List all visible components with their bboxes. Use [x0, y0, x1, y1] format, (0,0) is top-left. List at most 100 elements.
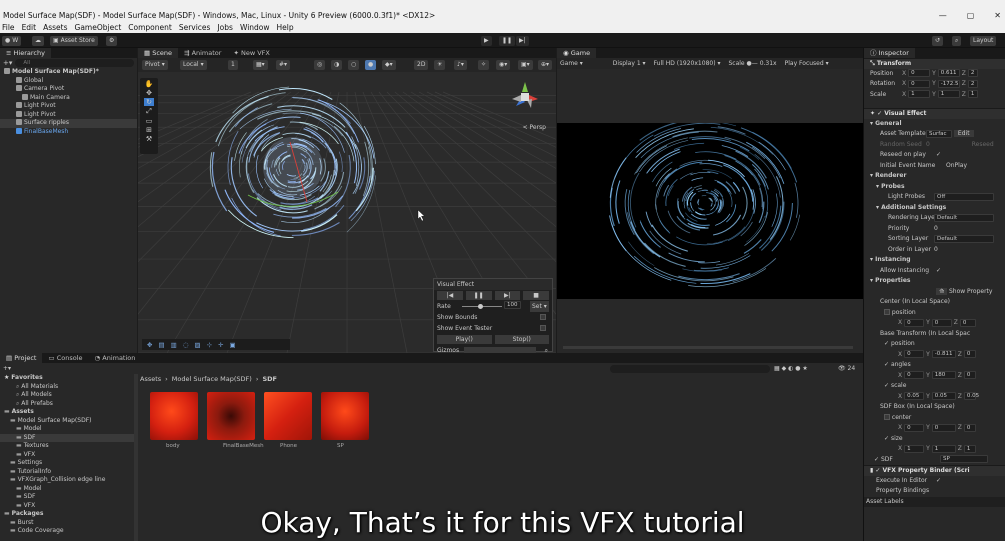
tab-hierarchy[interactable]: ≡ Hierarchy	[0, 48, 51, 58]
project-folder-item[interactable]: ▬ Settings	[0, 459, 136, 468]
project-folder-item[interactable]: ▬ SDF	[0, 493, 136, 502]
custom-tool-icon[interactable]: ⚒	[146, 135, 152, 143]
step-button[interactable]: ▶|	[516, 36, 529, 46]
pos-z[interactable]: 2	[967, 69, 978, 77]
rendering-layer-dropdown[interactable]: Default	[934, 213, 994, 222]
asset-thumbnail[interactable]	[207, 392, 255, 440]
hierarchy-item[interactable]: Light Pivot	[0, 102, 137, 111]
overlay-more-icon[interactable]: ▣	[230, 341, 236, 349]
menu-component[interactable]: Component	[128, 22, 172, 33]
close-button[interactable]: ✕	[994, 10, 1001, 22]
shading-shaded[interactable]: ◑	[331, 60, 343, 70]
menu-window[interactable]: Window	[240, 22, 270, 33]
grid-dropdown[interactable]: #▾	[276, 60, 291, 70]
project-folder-item[interactable]: ▬ Model Surface Map(SDF)	[0, 417, 136, 426]
project-folder-item[interactable]: ▬ SDF	[0, 433, 136, 442]
menu-assets[interactable]: Assets	[43, 22, 67, 33]
account-button[interactable]: ● W	[2, 36, 22, 46]
overlay-center-icon[interactable]: ✛	[218, 341, 223, 349]
tab-game[interactable]: ◉ Game	[557, 48, 597, 58]
cloud-button[interactable]: ☁	[32, 36, 44, 46]
overlay-move-icon[interactable]: ✥	[147, 341, 152, 349]
asset-template-field[interactable]: Surfac	[926, 129, 952, 138]
visual-effect-header[interactable]: ✦ ✓ Visual Effect	[864, 108, 1005, 119]
add-icon[interactable]: +▾	[3, 59, 12, 67]
scale-y[interactable]: 1	[937, 90, 960, 98]
resolution-dropdown[interactable]: Full HD (1920x1080) ▾	[654, 60, 721, 67]
overlay-align-icon[interactable]: ▥	[171, 341, 177, 349]
project-folder-item[interactable]: ▬ VFX	[0, 451, 136, 460]
general-foldout[interactable]: ▾ General	[864, 119, 1005, 130]
fx-toggle[interactable]: ✧	[478, 60, 490, 70]
reseed-checkbox[interactable]: ✓	[936, 151, 941, 158]
rate-set-button[interactable]: Set ▾	[530, 301, 549, 312]
project-folder-item[interactable]: ▬ Model	[0, 485, 136, 494]
project-folder-item[interactable]: ▬ VFX	[0, 502, 136, 511]
scale-tool-icon[interactable]: ⤢	[146, 107, 152, 116]
shading-lit[interactable]: ●	[365, 60, 377, 70]
hierarchy-item[interactable]: Surface ripples	[0, 119, 137, 128]
snap-dropdown[interactable]: ▦▾	[253, 60, 268, 70]
asset-thumbnail[interactable]	[264, 392, 312, 440]
tab-console[interactable]: ▭ Console	[42, 353, 88, 363]
transform-tool-icon[interactable]: ⊞	[146, 126, 152, 134]
rotate-tool-icon[interactable]: ↻	[144, 98, 154, 106]
game-scrollbar[interactable]	[563, 346, 853, 349]
move-tool-icon[interactable]: ✥	[146, 89, 152, 97]
project-folder-item[interactable]: ▬ Textures	[0, 442, 136, 451]
breadcrumb-assets[interactable]: Assets	[140, 374, 161, 385]
vfx-play-button[interactable]: Play()	[437, 335, 492, 344]
project-folder-item[interactable]: ▬ Packages	[0, 510, 136, 519]
hierarchy-item[interactable]: Main Camera	[0, 93, 137, 103]
initial-event-field[interactable]: OnPlay	[946, 162, 967, 169]
grid-step[interactable]: 1	[228, 60, 238, 70]
show-event-checkbox[interactable]	[540, 325, 546, 331]
shading-wireframe[interactable]: ◎	[314, 60, 326, 70]
tree-scrollbar[interactable]	[134, 374, 138, 541]
tab-project[interactable]: ▤ Project	[0, 353, 43, 363]
sorting-layer-dropdown[interactable]: Default	[934, 234, 994, 243]
menu-file[interactable]: File	[2, 22, 15, 33]
project-folder-item[interactable]: ▬ Code Coverage	[0, 527, 136, 536]
breadcrumb-model-surface-map[interactable]: Model Surface Map(SDF)	[172, 374, 252, 385]
execute-checkbox[interactable]: ✓	[936, 477, 941, 484]
scale-x[interactable]: 1	[908, 90, 931, 98]
audio-toggle[interactable]: ♪▾	[454, 60, 467, 70]
renderer-foldout[interactable]: ▾ Renderer	[864, 171, 1005, 182]
vfx-restart-button[interactable]: |◀	[437, 291, 463, 300]
rate-slider-handle[interactable]	[478, 304, 483, 309]
overlay-rotate-icon[interactable]: ◌	[183, 341, 189, 349]
lighting-toggle[interactable]: ☀	[434, 60, 446, 70]
maximize-button[interactable]: ▢	[967, 10, 975, 22]
asset-thumbnail[interactable]	[150, 392, 198, 440]
overlay-rect-icon[interactable]: ▤	[158, 341, 164, 349]
project-folder-item[interactable]: ⌕ All Prefabs	[0, 400, 136, 409]
display-dropdown[interactable]: Display 1 ▾	[613, 60, 646, 67]
project-folder-item[interactable]: ▬ VFXGraph_Collision edge line	[0, 476, 136, 485]
tab-animator[interactable]: ⇶ Animator	[178, 48, 227, 58]
undo-history-button[interactable]: ↺	[932, 36, 944, 46]
hand-tool-icon[interactable]: ✋	[145, 80, 154, 88]
transform-header[interactable]: ⤡ Transform	[864, 58, 1005, 69]
shading-unlit[interactable]: ○	[348, 60, 360, 70]
project-folder-item[interactable]: ⌕ All Models	[0, 391, 136, 400]
menu-edit[interactable]: Edit	[22, 22, 37, 33]
property-binder-header[interactable]: ▮ ✓ VFX Property Binder (Scri	[864, 465, 1005, 476]
rect-tool-icon[interactable]: ▭	[146, 117, 153, 125]
project-folder-item[interactable]: ▬ Burst	[0, 519, 136, 528]
menu-services[interactable]: Services	[179, 22, 211, 33]
pos-y[interactable]: 0.611	[937, 69, 960, 77]
mode-2d[interactable]: 2D	[414, 60, 429, 70]
project-folder-item[interactable]: ⌕ All Materials	[0, 383, 136, 392]
play-button[interactable]: ▶	[481, 36, 492, 46]
local-dropdown[interactable]: Local ▾	[180, 60, 207, 70]
settings-button[interactable]: ⚙	[106, 36, 118, 46]
game-viewport[interactable]	[557, 118, 863, 299]
properties-foldout[interactable]: ▾ Properties	[864, 276, 1005, 287]
gizmos-dropdown[interactable]: ⊕▾	[538, 60, 553, 70]
bt-pos-checkbox[interactable]: ✓	[884, 340, 889, 347]
bt-angles-checkbox[interactable]: ✓	[884, 361, 889, 368]
rot-y[interactable]: -172.5	[937, 79, 960, 88]
project-folder-item[interactable]: ▬ TutorialInfo	[0, 468, 136, 477]
sdf-texture-field[interactable]: SP	[940, 455, 988, 463]
